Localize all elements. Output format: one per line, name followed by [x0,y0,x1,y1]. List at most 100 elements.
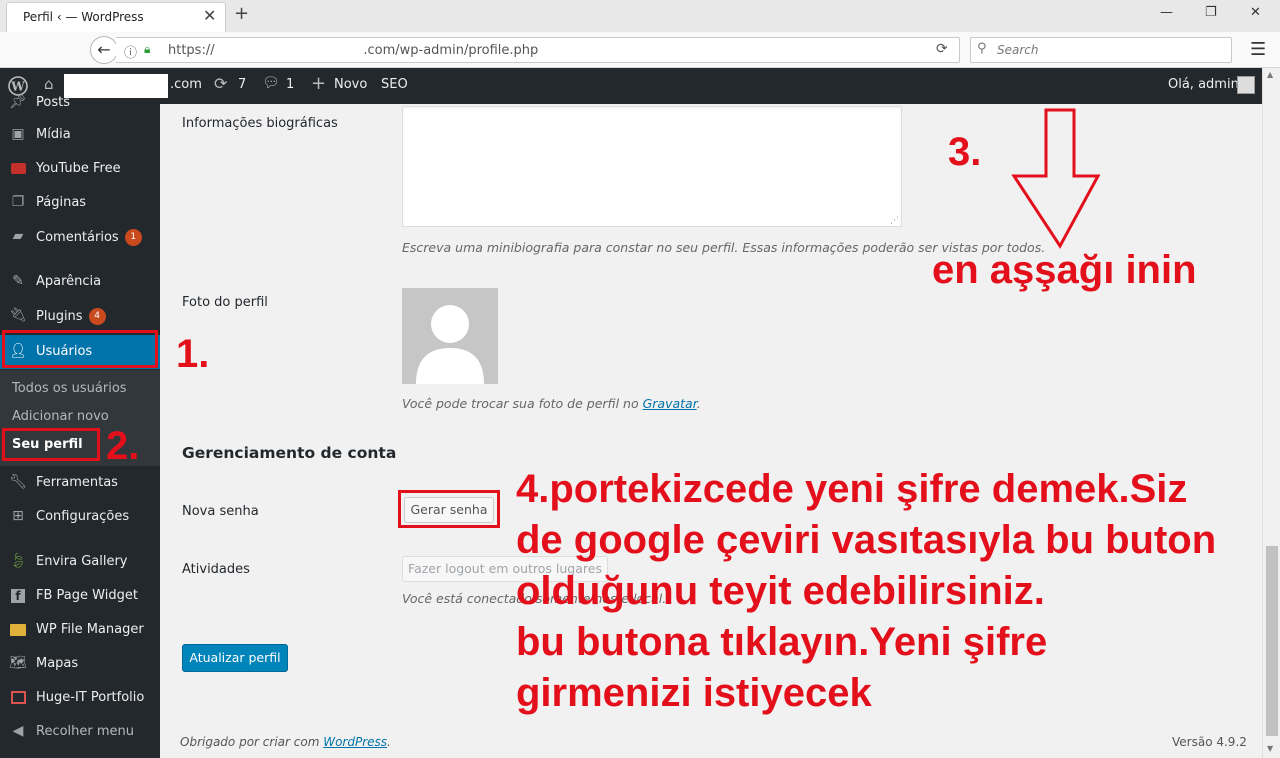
seo-menu[interactable]: SEO [381,77,408,92]
sidebar-item-settings[interactable]: ⊞ Configurações [0,502,160,532]
sidebar-item-maps[interactable]: 🗺︎ Mapas [0,649,160,679]
wp-admin-bar: W ⌂ .com ⟳ 7 💬︎ 1 + Novo SEO Olá, admin [0,68,1280,104]
annotation-step4: 4.portekizcede yeni şifre demek.Siz de g… [516,464,1216,719]
pages-icon: ❐ [11,194,25,210]
footer-end: . [387,735,391,749]
gravatar-link[interactable]: Gravatar [643,396,697,411]
facebook-icon: f [9,587,27,605]
sidebar-item-wp-file-manager[interactable]: WP File Manager [0,615,160,645]
sidebar-item-label: Envira Gallery [36,554,128,569]
maximize-icon[interactable]: ❐ [1205,5,1217,20]
sidebar-item-fb-page-widget[interactable]: f FB Page Widget [0,581,160,611]
close-tab-icon[interactable]: ✕ [203,6,216,25]
minimize-icon[interactable]: — [1160,5,1173,20]
scroll-down-icon[interactable]: ▼ [1267,744,1273,753]
photo-label: Foto do perfil [182,295,268,310]
sidebar-item-label: Plugins 4 [36,308,106,325]
window-close-icon[interactable]: ✕ [1250,5,1261,20]
annotation-step4-line: girmenizi istiyecek [516,671,872,715]
sidebar-item-label: Aparência [36,274,102,289]
leaf-icon: 🍃︎ [9,553,27,569]
search-box[interactable]: ⚲ Search [970,37,1232,63]
sidebar-item-label: YouTube Free [36,161,121,176]
collapse-icon: ◀ [12,723,24,739]
wordpress-link[interactable]: WordPress [323,735,387,749]
photo-description: Você pode trocar sua foto de perfil no G… [402,396,701,411]
avatar[interactable] [1237,76,1255,94]
update-profile-button[interactable]: Atualizar perfil [182,644,288,672]
profile-photo [402,288,498,384]
sidebar-item-tools[interactable]: 🔧︎ Ferramentas [0,468,160,498]
new-tab-icon[interactable]: + [234,3,249,24]
submenu-all-users[interactable]: Todos os usuários [12,381,127,396]
youtube-icon [9,160,27,178]
sidebar-item-huge-it-portfolio[interactable]: Huge-IT Portfolio [0,683,160,713]
new-password-label: Nova senha [182,504,259,519]
brush-icon: ✎ [12,273,24,289]
sidebar-item-appearance[interactable]: ✎ Aparência [0,267,160,297]
folder-icon [9,621,27,639]
media-icon: ▣ [11,126,25,142]
annotation-step4-line: de google çeviri vasıtasıyla bu buton [516,518,1217,562]
scroll-up-icon[interactable]: ▲ [1267,70,1273,79]
account-greeting[interactable]: Olá, admin [1168,77,1239,92]
sidebar-item-label: Configurações [36,509,130,524]
annotation-step4-line: bu butona tıklayın.Yeni şifre [516,620,1048,664]
down-arrow-icon [1011,108,1101,249]
submenu-add-new[interactable]: Adicionar novo [12,409,109,424]
url-text: https:// .com/wp-admin/profile.php [168,43,539,58]
collapse-menu-button[interactable]: ◀ Recolher menu [0,717,160,747]
back-button[interactable]: ← [90,36,118,64]
sidebar-item-envira-gallery[interactable]: 🍃︎ Envira Gallery [0,547,160,577]
scroll-thumb[interactable] [1266,546,1278,736]
photo-desc-text: Você pode trocar sua foto de perfil no [402,396,639,411]
plugins-badge: 4 [88,308,106,325]
site-name[interactable]: .com [170,77,202,92]
comments-badge: 1 [124,229,142,246]
sidebar-item-label: Posts [36,95,70,110]
browser-tab[interactable]: Perfil ‹ — WordPress ✕ [6,2,226,32]
plugin-icon: 🔌︎ [9,307,27,323]
default-avatar-icon [416,305,484,384]
map-icon: 🗺︎ [9,655,27,671]
sidebar-item-text: Comentários [36,230,119,245]
footer-credit: Obrigado por criar com WordPress. [180,735,391,749]
annotation-step1: 1. [176,332,210,376]
sidebar-item-comments[interactable]: ▰ Comentários 1 [0,222,160,252]
comment-icon[interactable]: 💬︎ [262,75,280,91]
portfolio-icon [9,689,27,707]
comments-count[interactable]: 1 [286,77,294,92]
sidebar-item-label: Mídia [36,127,71,142]
sidebar-item-media[interactable]: ▣ Mídia [0,120,160,150]
hamburger-menu-icon[interactable]: ☰ [1250,39,1266,60]
address-bar[interactable]: ⓘ 🔒︎ https:// .com/wp-admin/profile.php … [116,37,960,63]
sidebar-item-label: Recolher menu [36,724,135,739]
reload-icon[interactable]: ⟳ [936,41,948,57]
sidebar-item-youtube-free[interactable]: YouTube Free [0,154,160,184]
sidebar-item-plugins[interactable]: 🔌︎ Plugins 4 [0,301,160,331]
page-scrollbar[interactable]: ▲ ▼ [1262,68,1280,758]
photo-desc-end: . [696,396,701,411]
sidebar-item-posts[interactable]: 📌︎ Posts [0,88,160,118]
info-icon[interactable]: ⓘ [124,42,137,61]
sidebar-item-label: WP File Manager [36,622,144,637]
annotation-step4-line: 4.portekizcede yeni şifre demek.Siz [516,467,1188,511]
sidebar-item-pages[interactable]: ❐ Páginas [0,188,160,218]
sessions-label: Atividades [182,562,250,577]
sidebar-item-text: Plugins [36,309,83,324]
wrench-icon: 🔧︎ [9,474,27,490]
browser-navigation-bar: ← ⓘ 🔒︎ https:// .com/wp-admin/profile.ph… [0,32,1280,68]
pin-icon: 📌︎ [9,94,27,110]
comments-icon: ▰ [12,228,24,244]
resize-handle-icon[interactable]: ⋰ [890,216,899,226]
bio-textarea[interactable]: ⋰ [402,106,902,227]
sidebar-item-label: Huge-IT Portfolio [36,690,145,705]
updates-count[interactable]: 7 [238,77,246,92]
plus-icon[interactable]: + [311,73,326,94]
annotation-step4-line: olduğunu teyit edebilirsiniz. [516,569,1045,613]
new-menu[interactable]: Novo [334,77,367,92]
updates-icon[interactable]: ⟳ [214,74,227,93]
annotation-step3-text: en aşşağı inin [932,248,1197,292]
settings-icon: ⊞ [12,508,24,524]
annotation-box-users [2,330,158,368]
